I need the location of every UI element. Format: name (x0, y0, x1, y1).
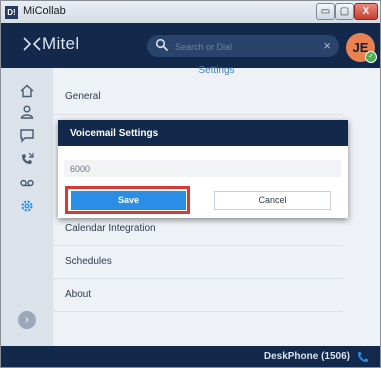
desk-phone-label[interactable]: DeskPhone (1506) (264, 351, 350, 362)
menu-divider (53, 114, 343, 115)
dialog-title: Voicemail Settings (70, 128, 159, 139)
settings-item-schedules[interactable]: Schedules (65, 256, 112, 267)
chat-icon[interactable] (19, 127, 35, 143)
phone-icon[interactable] (356, 350, 370, 364)
status-footer: DeskPhone (1506) (1, 346, 380, 367)
presence-available-icon: ✓ (365, 51, 377, 63)
menu-divider (53, 245, 343, 246)
settings-title: Settings (198, 65, 235, 76)
mitel-app-icon: D! (5, 6, 18, 19)
settings-item-about[interactable]: About (65, 289, 91, 300)
home-icon[interactable] (19, 83, 35, 99)
close-button[interactable]: X (354, 3, 378, 20)
dialog-header: Voicemail Settings (58, 120, 348, 146)
menu-divider (53, 278, 343, 279)
mitel-logo-text: Mitel (42, 34, 80, 53)
menu-divider (53, 311, 343, 312)
save-button[interactable]: Save (71, 191, 186, 210)
voicemail-number-input[interactable] (64, 160, 341, 177)
window-titlebar: D! MiCollab ▭ ▢ X (1, 1, 380, 23)
search-bar[interactable]: × (147, 35, 339, 57)
expand-sidebar-button[interactable]: › (18, 311, 36, 329)
cancel-button[interactable]: Cancel (214, 191, 331, 210)
settings-item-general[interactable]: General (65, 91, 101, 102)
settings-item-calendar-integration[interactable]: Calendar Integration (65, 223, 156, 234)
mitel-logo-icon (23, 37, 41, 51)
search-icon (155, 38, 169, 52)
clear-search-button[interactable]: × (323, 38, 331, 54)
voicemail-settings-dialog: Voicemail Settings Save Cancel (58, 120, 348, 218)
call-history-icon[interactable] (19, 151, 35, 167)
search-input[interactable] (173, 38, 317, 56)
voicemail-icon[interactable] (19, 175, 35, 191)
contacts-icon[interactable] (19, 104, 35, 120)
settings-icon[interactable] (19, 198, 35, 214)
micollab-window: D! MiCollab ▭ ▢ X Mitel × JE ✓ (0, 0, 381, 368)
minimize-button[interactable]: ▭ (316, 3, 335, 20)
maximize-button[interactable]: ▢ (335, 3, 354, 20)
window-title: MiCollab (23, 5, 66, 17)
